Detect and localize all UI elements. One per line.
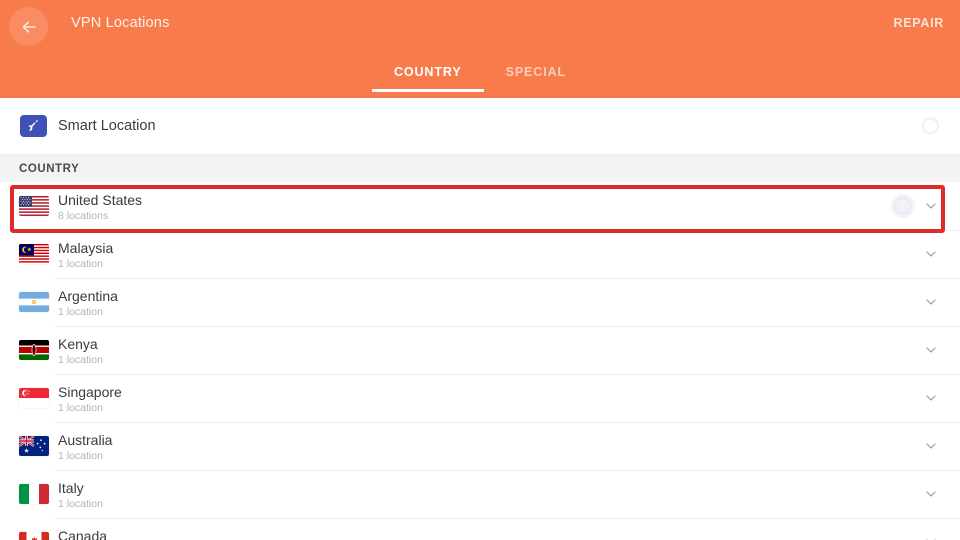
- argentina-row[interactable]: Argentina 1 location: [0, 278, 960, 326]
- country-name: Singapore: [58, 384, 122, 400]
- flag-ca-icon: [19, 532, 49, 540]
- locations-list: Smart Location COUNTRY United States 8 l…: [0, 98, 960, 540]
- country-locations: 8 locations: [58, 210, 109, 222]
- country-locations: 1 location: [58, 402, 103, 414]
- flag-us-icon: [19, 196, 49, 216]
- australia-row[interactable]: Australia 1 location: [0, 422, 960, 470]
- section-label: COUNTRY: [19, 162, 80, 175]
- canada-row[interactable]: Canada: [0, 518, 960, 540]
- smart-location-radio[interactable]: [922, 117, 939, 135]
- country-name: Canada: [58, 528, 108, 540]
- section-header-country: COUNTRY: [0, 154, 960, 182]
- row-divider: [55, 278, 960, 279]
- repair-button[interactable]: REPAIR: [893, 16, 944, 30]
- arrow-left-icon: [19, 17, 39, 37]
- chevron-down-icon[interactable]: [924, 247, 938, 261]
- country-name: United States: [58, 192, 143, 208]
- back-button[interactable]: [9, 7, 48, 46]
- row-divider: [55, 374, 960, 375]
- country-name: Argentina: [58, 288, 118, 304]
- flag-my-icon: [19, 244, 49, 264]
- chevron-down-icon[interactable]: [924, 439, 938, 453]
- country-locations: 1 location: [58, 450, 103, 462]
- smart-location-row[interactable]: Smart Location: [0, 98, 960, 154]
- flag-ke-icon: [19, 340, 49, 360]
- country-locations: 1 location: [58, 498, 103, 510]
- row-divider: [55, 230, 960, 231]
- page-title: VPN Locations: [71, 15, 170, 31]
- flag-it-icon: [19, 484, 49, 504]
- country-name: Malaysia: [58, 240, 114, 256]
- vpn-locations-screen: VPN Locations REPAIR COUNTRY SPECIAL Sma…: [0, 0, 960, 540]
- singapore-row[interactable]: Singapore 1 location: [0, 374, 960, 422]
- chevron-down-icon[interactable]: [924, 343, 938, 357]
- row-divider: [55, 422, 960, 423]
- chevron-down-icon[interactable]: [924, 487, 938, 501]
- chevron-down-icon[interactable]: [924, 295, 938, 309]
- malaysia-row[interactable]: Malaysia 1 location: [0, 230, 960, 278]
- app-header: VPN Locations REPAIR COUNTRY SPECIAL: [0, 0, 960, 98]
- country-name: Australia: [58, 432, 113, 448]
- country-locations: 1 location: [58, 258, 103, 270]
- chevron-down-icon[interactable]: [924, 199, 938, 213]
- united-states-radio[interactable]: [894, 197, 912, 215]
- country-name: Italy: [58, 480, 84, 496]
- tab-bar: COUNTRY SPECIAL: [0, 58, 960, 98]
- italy-row[interactable]: Italy 1 location: [0, 470, 960, 518]
- tab-country[interactable]: COUNTRY: [371, 58, 484, 92]
- smart-location-label: Smart Location: [58, 118, 156, 134]
- country-locations: 1 location: [58, 354, 103, 366]
- chevron-down-icon[interactable]: [924, 535, 938, 540]
- flag-ar-icon: [19, 292, 49, 312]
- united-states-row[interactable]: United States 8 locations: [0, 182, 960, 230]
- country-name: Kenya: [58, 336, 98, 352]
- row-divider: [55, 326, 960, 327]
- tab-special[interactable]: SPECIAL: [484, 58, 588, 92]
- country-locations: 1 location: [58, 306, 103, 318]
- chevron-down-icon[interactable]: [924, 391, 938, 405]
- flag-sg-icon: [19, 388, 49, 408]
- row-divider: [55, 470, 960, 471]
- flag-au-icon: [19, 436, 49, 456]
- rocket-icon: [20, 115, 47, 137]
- kenya-row[interactable]: Kenya 1 location: [0, 326, 960, 374]
- row-divider: [55, 518, 960, 519]
